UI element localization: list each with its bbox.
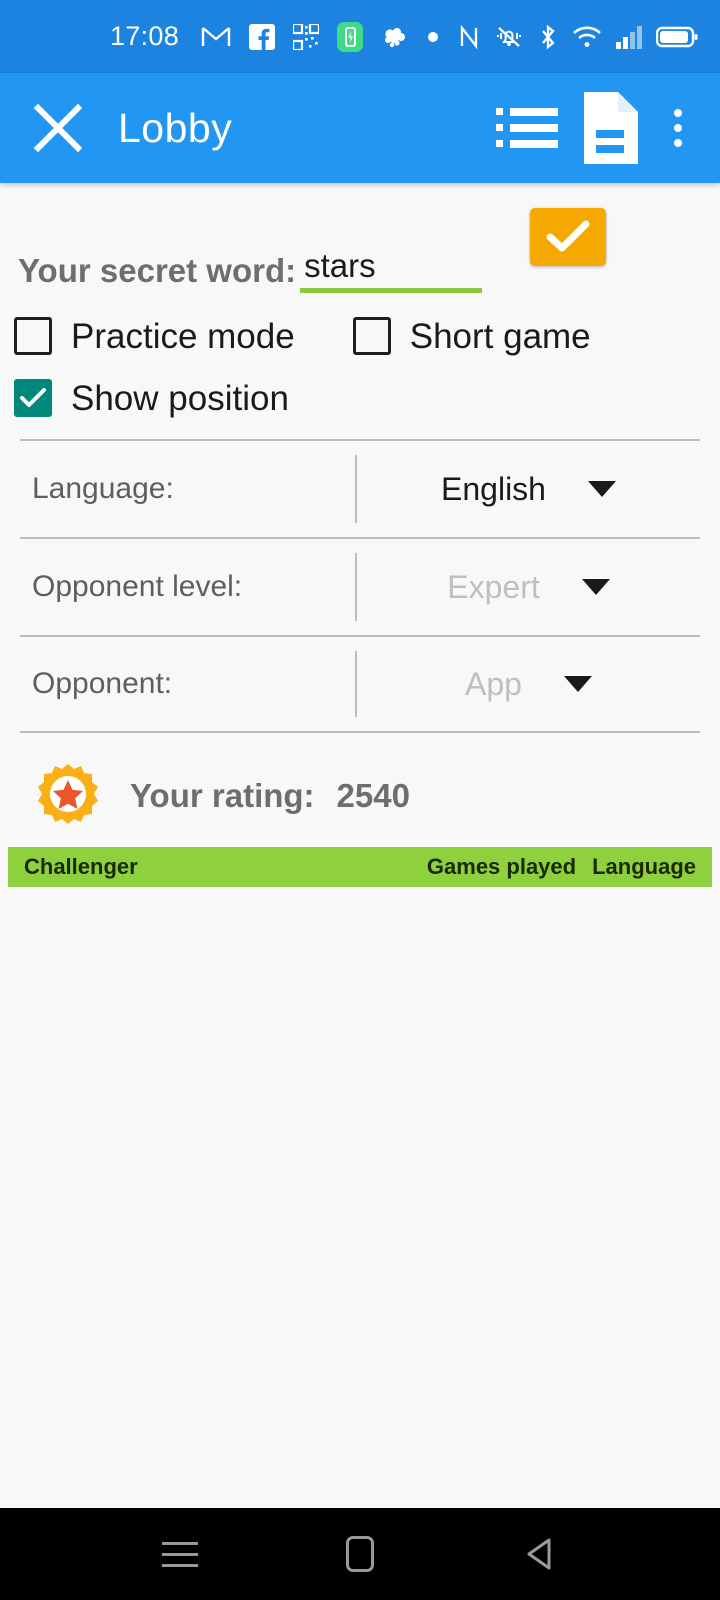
back-button[interactable] [495, 1509, 585, 1599]
options-row-1: Practice mode Short game [14, 317, 720, 355]
setting-value-opponent-level-text: Expert [447, 568, 540, 605]
secret-word-underline [300, 288, 483, 293]
chevron-down-icon[interactable] [563, 676, 592, 692]
home-icon [346, 1536, 374, 1572]
checkbox-short-game-box[interactable] [352, 317, 391, 355]
close-icon [33, 103, 83, 153]
qr-code-icon [293, 23, 320, 50]
back-icon [527, 1538, 551, 1570]
gmail-icon [201, 25, 231, 49]
chevron-down-icon[interactable] [581, 579, 610, 595]
column-header-language: Language [592, 854, 696, 879]
page-title: Lobby [118, 104, 233, 151]
status-bar: 17:08 [0, 0, 720, 73]
checkbox-practice-mode-box[interactable] [14, 317, 52, 355]
setting-value-opponent-text: App [465, 665, 522, 702]
setting-value-opponent[interactable]: App [357, 637, 700, 731]
document-icon [584, 92, 638, 164]
checkbox-show-position-box[interactable] [14, 379, 52, 417]
options-row-2: Show position [14, 379, 720, 417]
options-group: Practice mode Short game Show position [0, 293, 720, 417]
setting-row-language[interactable]: Language: English [20, 439, 700, 537]
status-time: 17:08 [110, 21, 180, 51]
checkbox-short-game-label: Short game [409, 316, 591, 356]
nfc-icon [458, 24, 480, 50]
cell-signal-icon [616, 25, 642, 49]
setting-row-opponent[interactable]: Opponent: App [20, 635, 700, 733]
secret-word-input-wrap [300, 247, 483, 293]
setting-label-language: Language: [32, 472, 174, 505]
setting-label-opponent-level: Opponent level: [32, 570, 243, 603]
checkmark-icon [20, 388, 46, 407]
vibrate-off-icon [494, 24, 524, 50]
recent-apps-button[interactable] [135, 1509, 225, 1599]
checkbox-show-position-label: Show position [71, 378, 289, 418]
rating-value: 2540 [336, 777, 410, 814]
checkbox-short-game[interactable]: Short game [352, 316, 591, 356]
home-button[interactable] [315, 1509, 405, 1599]
column-header-challenger: Challenger [24, 854, 138, 879]
confirm-secret-word-button[interactable] [530, 208, 606, 266]
wifi-icon [572, 25, 602, 49]
android-nav-bar [0, 1508, 720, 1600]
setting-value-opponent-level[interactable]: Expert [357, 539, 700, 635]
chevron-down-icon[interactable] [587, 481, 616, 497]
checkbox-show-position[interactable]: Show position [14, 379, 289, 417]
rosette-award-icon [38, 763, 98, 830]
checkmark-icon [546, 220, 590, 252]
checkbox-practice-mode[interactable]: Practice mode [14, 317, 295, 355]
column-header-games-played: Games played [426, 854, 577, 879]
overflow-menu-icon [674, 109, 682, 147]
secret-word-label: Your secret word: [18, 252, 297, 289]
app-bar: Lobby [0, 73, 720, 183]
setting-value-language[interactable]: English [357, 441, 700, 537]
setting-label-opponent: Opponent: [32, 667, 173, 700]
cloud-icon [381, 25, 409, 49]
secret-word-row: Your secret word: [0, 183, 720, 293]
app-bar-actions [488, 88, 704, 168]
setting-value-language-text: English [441, 470, 546, 507]
rating-row: Your rating: 2540 [0, 733, 720, 829]
rating-label: Your rating: [130, 777, 315, 814]
bluetooth-icon [538, 24, 558, 50]
document-button[interactable] [570, 88, 648, 168]
close-button[interactable] [20, 90, 96, 166]
status-right-icons [458, 24, 698, 50]
battery-app-icon [337, 21, 364, 52]
checkbox-practice-mode-label: Practice mode [71, 316, 295, 356]
status-left-icons [201, 21, 439, 52]
facebook-icon [249, 23, 276, 50]
dot-icon [427, 31, 439, 43]
settings-table: Language: English Opponent level: Expert… [20, 439, 700, 733]
setting-row-opponent-level[interactable]: Opponent level: Expert [20, 537, 700, 635]
list-icon [496, 108, 558, 148]
secret-word-input[interactable] [300, 247, 481, 293]
overflow-menu-button[interactable] [652, 88, 704, 168]
battery-icon [656, 25, 698, 49]
challenger-table-header: Challenger Games played Language [8, 847, 712, 887]
recent-apps-icon [162, 1541, 198, 1567]
list-button[interactable] [488, 88, 566, 168]
